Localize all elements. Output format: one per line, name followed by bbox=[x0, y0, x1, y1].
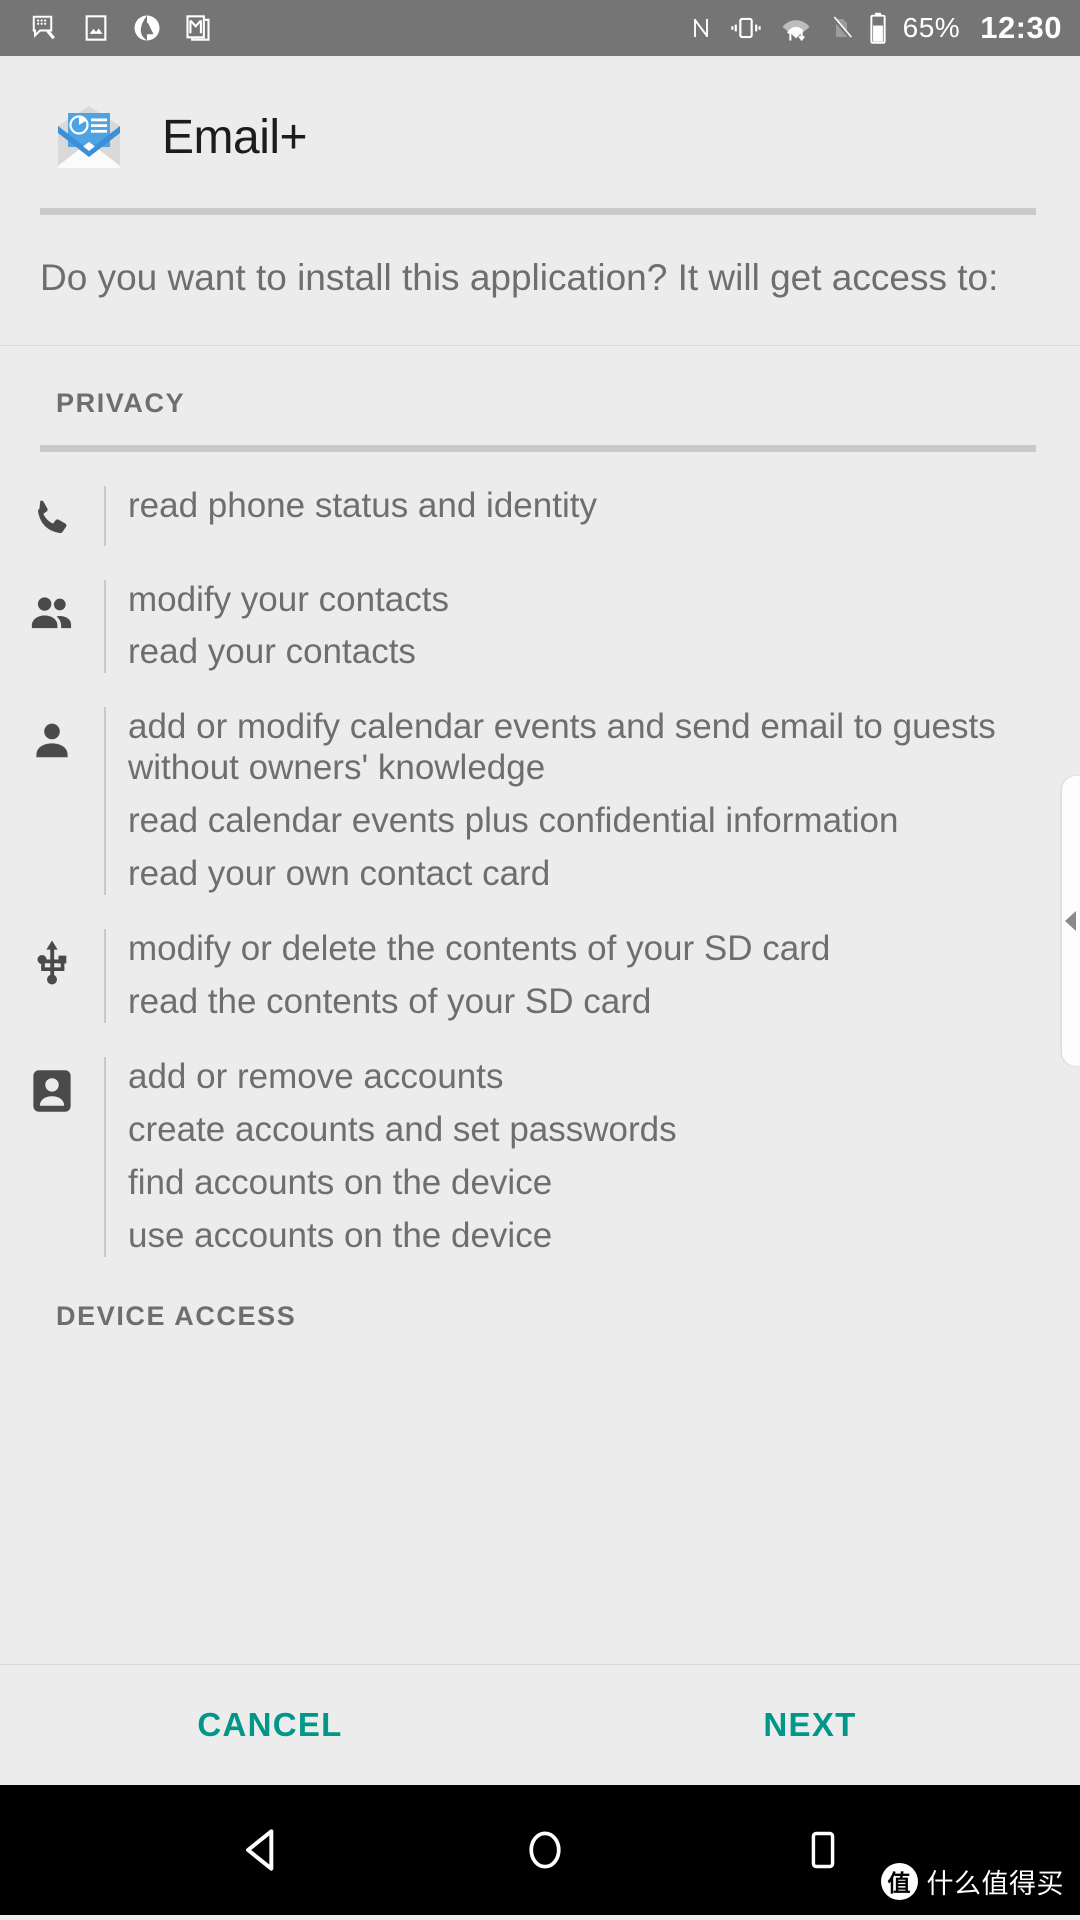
permissions-scroll-area[interactable]: PRIVACY read phone status and identity m… bbox=[0, 345, 1080, 1664]
phone-icon bbox=[0, 486, 104, 546]
permission-row: modify your contacts read your contacts bbox=[0, 546, 1080, 674]
gallery-icon bbox=[82, 13, 110, 43]
permission-line: modify your contacts bbox=[128, 579, 449, 619]
edge-drawer-handle[interactable] bbox=[1062, 775, 1080, 1066]
nfc-icon bbox=[689, 13, 713, 43]
header-rule bbox=[40, 208, 1036, 215]
back-icon[interactable] bbox=[234, 1822, 290, 1878]
permission-line: read calendar events plus confidential i… bbox=[128, 801, 899, 841]
permission-line: find accounts on the device bbox=[128, 1162, 553, 1202]
android-install-permissions-screen: 65% 12:30 Email+ Do you want to install bbox=[0, 0, 1080, 1920]
permission-line: create accounts and set passwords bbox=[128, 1109, 677, 1149]
status-bar-notification-icons bbox=[30, 13, 212, 43]
watermark: 值 什么值得买 bbox=[880, 1862, 1065, 1901]
permission-row: add or remove accounts create accounts a… bbox=[0, 1023, 1080, 1257]
permission-line: use accounts on the device bbox=[128, 1215, 553, 1255]
permission-lines: add or modify calendar events and send e… bbox=[104, 707, 1080, 896]
recents-icon[interactable] bbox=[800, 1825, 846, 1875]
app-header: Email+ bbox=[0, 56, 1080, 208]
contacts-icon bbox=[0, 580, 104, 674]
install-prompt-text: Do you want to install this application?… bbox=[40, 257, 999, 298]
cancel-button[interactable]: CANCEL bbox=[0, 1706, 540, 1744]
permission-line: read phone status and identity bbox=[128, 485, 597, 525]
group-rule bbox=[40, 444, 1036, 452]
status-bar-clock: 12:30 bbox=[980, 10, 1062, 45]
status-bar: 65% 12:30 bbox=[0, 0, 1080, 56]
permission-line: read your own contact card bbox=[128, 854, 551, 894]
action-button-bar: CANCEL NEXT bbox=[0, 1664, 1080, 1785]
status-bar-system-icons: 65% 12:30 bbox=[689, 10, 1062, 46]
home-icon[interactable] bbox=[520, 1825, 570, 1875]
android-navigation-bar: 值 什么值得买 bbox=[0, 1784, 1080, 1915]
permission-line: read your contacts bbox=[128, 632, 416, 672]
permission-line: add or modify calendar events and send e… bbox=[128, 707, 996, 788]
permission-line: add or remove accounts bbox=[128, 1057, 504, 1096]
permission-lines: add or remove accounts create accounts a… bbox=[104, 1057, 1080, 1257]
permission-lines: modify your contacts read your contacts bbox=[104, 579, 1080, 674]
account-badge-icon bbox=[0, 1057, 104, 1257]
app-title: Email+ bbox=[162, 110, 308, 164]
watermark-text: 什么值得买 bbox=[926, 1868, 1064, 1899]
maps-icon bbox=[132, 13, 162, 43]
permission-row: modify or delete the contents of your SD… bbox=[0, 895, 1080, 1023]
wifi-data-icon bbox=[779, 13, 813, 43]
chevron-left-icon bbox=[1065, 910, 1076, 931]
permission-lines: read phone status and identity bbox=[104, 485, 1080, 546]
permission-row: add or modify calendar events and send e… bbox=[0, 673, 1080, 896]
messaging-icon bbox=[30, 13, 60, 43]
person-icon bbox=[0, 707, 104, 895]
usb-icon bbox=[0, 929, 104, 1023]
gmail-icon bbox=[184, 13, 212, 43]
next-button[interactable]: NEXT bbox=[540, 1706, 1080, 1744]
battery-icon bbox=[869, 12, 887, 44]
permission-lines: modify or delete the contents of your SD… bbox=[104, 929, 1080, 1023]
group-header-privacy: PRIVACY bbox=[56, 387, 186, 418]
battery-percentage: 65% bbox=[902, 12, 961, 43]
no-sim-icon bbox=[829, 13, 853, 43]
watermark-badge: 值 bbox=[880, 1862, 918, 1900]
group-header-device-access: DEVICE ACCESS bbox=[56, 1300, 297, 1331]
vibrate-icon bbox=[729, 13, 763, 43]
email-envelope-icon bbox=[52, 100, 126, 174]
permission-line: read the contents of your SD card bbox=[128, 982, 652, 1022]
permission-row: read phone status and identity bbox=[0, 452, 1080, 546]
permission-line: modify or delete the contents of your SD… bbox=[128, 929, 831, 969]
